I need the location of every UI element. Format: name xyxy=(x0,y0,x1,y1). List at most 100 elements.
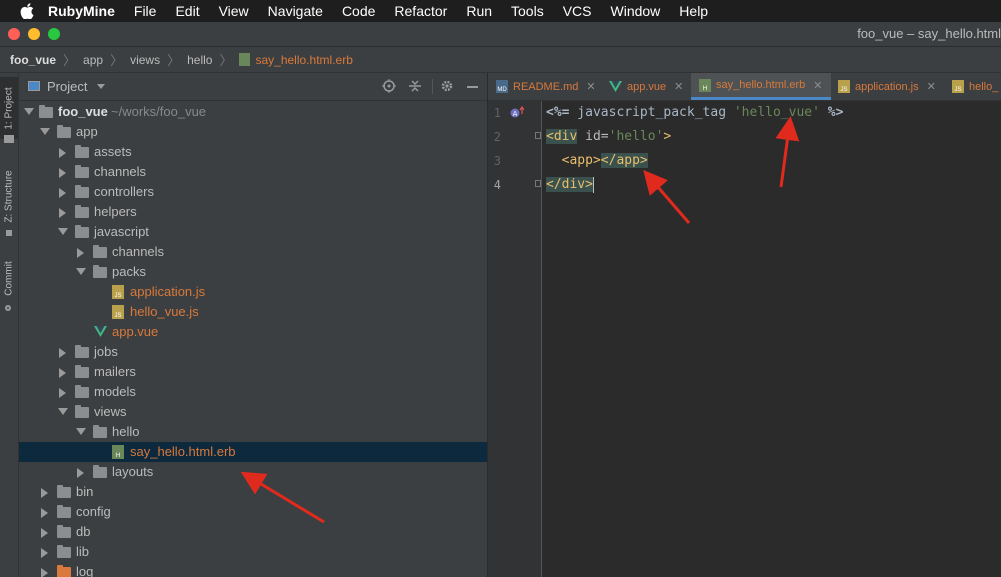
chevron-down-icon[interactable] xyxy=(24,108,34,115)
folder-icon xyxy=(39,105,53,118)
tree-item-application-js[interactable]: JS application.js xyxy=(19,282,487,302)
tree-item-label: log xyxy=(76,564,94,577)
menu-refactor[interactable]: Refactor xyxy=(394,3,447,19)
tree-item-jobs[interactable]: jobs xyxy=(19,342,487,362)
tool-tab-project[interactable]: 1: Project xyxy=(0,77,18,139)
breadcrumb-item-app[interactable]: app xyxy=(83,53,103,67)
menu-navigate[interactable]: Navigate xyxy=(268,3,323,19)
tree-item-label: assets xyxy=(94,144,132,159)
menu-code[interactable]: Code xyxy=(342,3,375,19)
zoom-window-button[interactable] xyxy=(48,28,60,40)
chevron-right-icon[interactable] xyxy=(41,568,48,577)
menu-help[interactable]: Help xyxy=(679,3,708,19)
breadcrumb-item-hello[interactable]: hello xyxy=(187,53,212,67)
tree-item-packs[interactable]: packs xyxy=(19,262,487,282)
tool-tab-commit[interactable]: Commit xyxy=(0,253,18,303)
tree-item-bin[interactable]: bin xyxy=(19,482,487,502)
menu-vcs[interactable]: VCS xyxy=(563,3,592,19)
folder-icon xyxy=(75,385,89,398)
vue-file-icon xyxy=(609,81,622,92)
tab-say-hello-erb[interactable]: H say_hello.html.erb ✕ xyxy=(691,73,831,100)
tree-item-label: models xyxy=(94,384,136,399)
chevron-right-icon[interactable] xyxy=(41,508,48,518)
code-editor[interactable]: <%= javascript_pack_tag 'hello_vue' %> <… xyxy=(542,101,1001,577)
tree-item-hello-vue-js[interactable]: JS hello_vue.js xyxy=(19,302,487,322)
tree-item-js-channels[interactable]: channels xyxy=(19,242,487,262)
tree-item-db[interactable]: db xyxy=(19,522,487,542)
tab-application-js[interactable]: JS application.js ✕ xyxy=(838,73,936,100)
fold-marker-icon[interactable] xyxy=(535,132,541,139)
tree-item-helpers[interactable]: helpers xyxy=(19,202,487,222)
tab-hello-vue-js[interactable]: JS hello_ xyxy=(952,73,998,100)
chevron-right-icon[interactable] xyxy=(41,488,48,498)
tree-item-label: hello xyxy=(112,424,140,439)
project-panel-title[interactable]: Project xyxy=(47,79,87,94)
tree-item-lib[interactable]: lib xyxy=(19,542,487,562)
tree-item-controllers[interactable]: controllers xyxy=(19,182,487,202)
menu-window[interactable]: Window xyxy=(611,3,661,19)
chevron-right-icon[interactable] xyxy=(59,368,66,378)
chevron-right-icon[interactable] xyxy=(59,188,66,198)
apple-logo-icon[interactable] xyxy=(20,3,34,19)
tab-label: README.md xyxy=(513,80,579,93)
breadcrumb-separator-icon: 〉 xyxy=(167,53,181,68)
menu-run[interactable]: Run xyxy=(466,3,492,19)
tab-app-vue[interactable]: app.vue ✕ xyxy=(609,73,683,100)
breadcrumb-item-project[interactable]: foo_vue xyxy=(10,53,56,67)
tree-item-config[interactable]: config xyxy=(19,502,487,522)
close-icon[interactable]: ✕ xyxy=(674,80,683,93)
chevron-down-icon[interactable] xyxy=(76,428,86,435)
menu-tools[interactable]: Tools xyxy=(511,3,544,19)
chevron-down-icon[interactable] xyxy=(97,84,105,89)
close-icon[interactable]: ✕ xyxy=(813,79,822,92)
tree-item-assets[interactable]: assets xyxy=(19,142,487,162)
tree-item-foo-vue[interactable]: foo_vue ~/works/foo_vue xyxy=(19,102,487,122)
close-icon[interactable]: ✕ xyxy=(927,80,936,93)
go-to-symbol-icon[interactable]: A xyxy=(510,106,524,119)
close-window-button[interactable] xyxy=(8,28,20,40)
chevron-right-icon[interactable] xyxy=(59,388,66,398)
menu-view[interactable]: View xyxy=(219,3,249,19)
tree-item-channels[interactable]: channels xyxy=(19,162,487,182)
fold-marker-icon[interactable] xyxy=(535,180,541,187)
tree-item-mailers[interactable]: mailers xyxy=(19,362,487,382)
tree-item-app[interactable]: app xyxy=(19,122,487,142)
chevron-down-icon[interactable] xyxy=(58,228,68,235)
tree-item-app-vue[interactable]: app.vue xyxy=(19,322,487,342)
chevron-right-icon[interactable] xyxy=(59,148,66,158)
tool-tab-structure[interactable]: Z: Structure xyxy=(0,161,18,231)
tree-item-label: controllers xyxy=(94,184,154,199)
chevron-right-icon[interactable] xyxy=(77,248,84,258)
tree-item-layouts[interactable]: layouts xyxy=(19,462,487,482)
chevron-down-icon[interactable] xyxy=(58,408,68,415)
tree-item-label: helpers xyxy=(94,204,137,219)
tree-item-label: foo_vue xyxy=(58,104,108,119)
tree-item-javascript[interactable]: javascript xyxy=(19,222,487,242)
menu-edit[interactable]: Edit xyxy=(175,3,199,19)
chevron-down-icon[interactable] xyxy=(76,268,86,275)
tree-item-log[interactable]: log xyxy=(19,562,487,577)
chevron-right-icon[interactable] xyxy=(41,548,48,558)
chevron-right-icon[interactable] xyxy=(77,468,84,478)
tree-item-hello[interactable]: hello xyxy=(19,422,487,442)
breadcrumb-item-file[interactable]: say_hello.html.erb xyxy=(255,53,352,67)
chevron-down-icon[interactable] xyxy=(40,128,50,135)
chevron-right-icon[interactable] xyxy=(41,528,48,538)
collapse-all-icon[interactable] xyxy=(408,79,422,93)
minimize-window-button[interactable] xyxy=(28,28,40,40)
chevron-right-icon[interactable] xyxy=(59,348,66,358)
chevron-right-icon[interactable] xyxy=(59,208,66,218)
gear-icon[interactable] xyxy=(440,79,454,93)
close-icon[interactable]: ✕ xyxy=(586,80,595,93)
tree-item-views[interactable]: views xyxy=(19,402,487,422)
breadcrumb-separator-icon: 〉 xyxy=(219,53,233,68)
breadcrumb-item-views[interactable]: views xyxy=(130,53,160,67)
chevron-right-icon[interactable] xyxy=(59,168,66,178)
menu-file[interactable]: File xyxy=(134,3,157,19)
menu-app-name[interactable]: RubyMine xyxy=(48,3,115,19)
tab-readme[interactable]: MD README.md ✕ xyxy=(496,73,596,100)
hide-panel-icon[interactable] xyxy=(467,86,478,88)
locate-file-icon[interactable] xyxy=(382,79,396,93)
tree-item-models[interactable]: models xyxy=(19,382,487,402)
tree-item-say-hello-erb[interactable]: H say_hello.html.erb xyxy=(19,442,487,462)
